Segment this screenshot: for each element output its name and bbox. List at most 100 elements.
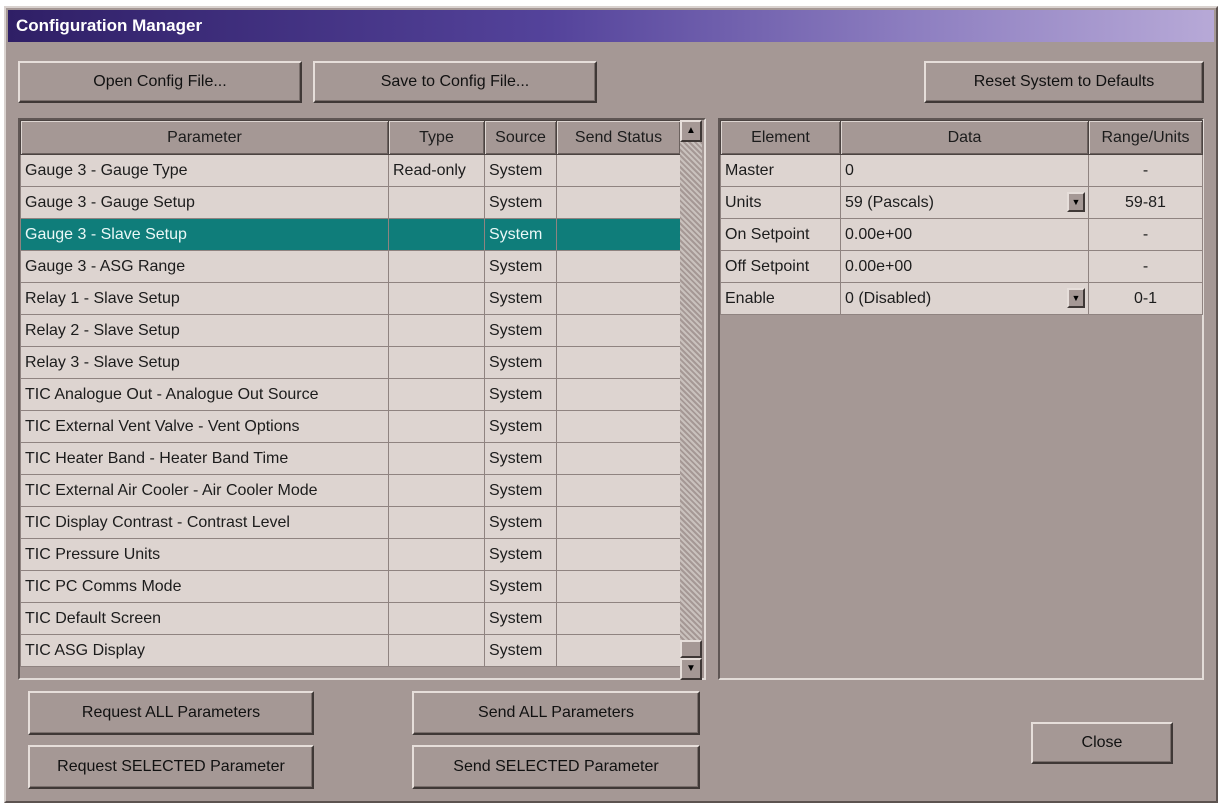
range-units-cell: - [1088, 250, 1203, 283]
source-cell: System [484, 378, 557, 411]
source-cell: System [484, 634, 557, 667]
send-all-parameters-button[interactable]: Send ALL Parameters [412, 691, 700, 735]
source-cell: System [484, 602, 557, 635]
request-all-parameters-button[interactable]: Request ALL Parameters [28, 691, 314, 735]
column-header-range-units[interactable]: Range/Units [1088, 120, 1203, 155]
scroll-up-icon[interactable]: ▲ [680, 120, 702, 142]
data-value: 0 [845, 161, 854, 179]
source-cell: System [484, 442, 557, 475]
table-row[interactable]: Relay 1 - Slave Setup System [20, 282, 681, 315]
source-cell: System [484, 570, 557, 603]
dropdown-arrow-icon[interactable]: ▼ [1067, 192, 1085, 212]
column-header-element[interactable]: Element [720, 120, 841, 155]
table-row[interactable]: TIC Analogue Out - Analogue Out Source Sy… [20, 378, 681, 411]
table-row: Enable 0 (Disabled) ▼ 0-1 [720, 282, 1203, 315]
source-cell: System [484, 282, 557, 315]
table-row: On Setpoint 0.00e+00 - [720, 218, 1203, 251]
parameter-cell: TIC Display Contrast - Contrast Level [20, 506, 389, 539]
data-select[interactable]: 59 (Pascals) ▼ [840, 186, 1089, 219]
request-selected-parameter-button[interactable]: Request SELECTED Parameter [28, 745, 314, 789]
parameter-cell: TIC Default Screen [20, 602, 389, 635]
range-units-cell: - [1088, 154, 1203, 187]
table-row[interactable]: TIC PC Comms Mode System [20, 570, 681, 603]
element-cell: Off Setpoint [720, 250, 841, 283]
parameter-cell: TIC PC Comms Mode [20, 570, 389, 603]
table-row[interactable]: TIC Display Contrast - Contrast Level Sys… [20, 506, 681, 539]
parameter-cell: TIC ASG Display [20, 634, 389, 667]
table-row[interactable]: Relay 3 - Slave Setup System [20, 346, 681, 379]
data-field[interactable]: 0 [840, 154, 1089, 187]
scroll-thumb[interactable] [680, 640, 702, 658]
parameter-cell: Gauge 3 - ASG Range [20, 250, 389, 283]
send-status-cell [556, 538, 681, 571]
data-field[interactable]: 0.00e+00 [840, 250, 1089, 283]
parameter-scrollbar[interactable]: ▲ ▼ [680, 120, 702, 680]
type-cell [388, 314, 485, 347]
table-row[interactable]: TIC Heater Band - Heater Band Time System [20, 442, 681, 475]
table-row[interactable]: TIC Pressure Units System [20, 538, 681, 571]
column-header-source[interactable]: Source [484, 120, 557, 155]
table-row[interactable]: Gauge 3 - Gauge Type Read-only System [20, 154, 681, 187]
send-status-cell [556, 634, 681, 667]
table-row: Units 59 (Pascals) ▼ 59-81 [720, 186, 1203, 219]
send-status-cell [556, 378, 681, 411]
element-cell: Enable [720, 282, 841, 315]
save-to-config-file-button[interactable]: Save to Config File... [313, 61, 597, 103]
parameter-cell: TIC Heater Band - Heater Band Time [20, 442, 389, 475]
parameter-cell: Relay 1 - Slave Setup [20, 282, 389, 315]
send-status-cell [556, 602, 681, 635]
dropdown-arrow-icon[interactable]: ▼ [1067, 288, 1085, 308]
data-value: 0.00e+00 [845, 257, 913, 275]
parameter-cell: Relay 2 - Slave Setup [20, 314, 389, 347]
element-cell: Units [720, 186, 841, 219]
parameter-table: Parameter Type Source Send Status Gauge … [20, 120, 681, 667]
column-header-send-status[interactable]: Send Status [556, 120, 681, 155]
parameter-grid: Parameter Type Source Send Status Gauge … [18, 118, 706, 680]
reset-system-defaults-button[interactable]: Reset System to Defaults [924, 61, 1204, 103]
parameter-cell: TIC External Air Cooler - Air Cooler Mod… [20, 474, 389, 507]
type-cell [388, 282, 485, 315]
column-header-data[interactable]: Data [840, 120, 1089, 155]
data-value: 0 (Disabled) [845, 289, 932, 307]
close-button[interactable]: Close [1031, 722, 1173, 764]
range-units-cell: - [1088, 218, 1203, 251]
send-status-cell [556, 314, 681, 347]
parameter-cell: TIC Pressure Units [20, 538, 389, 571]
table-row[interactable]: Gauge 3 - Slave Setup System [20, 218, 681, 251]
data-field[interactable]: 0.00e+00 [840, 218, 1089, 251]
table-row[interactable]: TIC ASG Display System [20, 634, 681, 667]
type-cell [388, 410, 485, 443]
type-cell [388, 442, 485, 475]
table-row[interactable]: TIC External Air Cooler - Air Cooler Mod… [20, 474, 681, 507]
send-selected-parameter-button[interactable]: Send SELECTED Parameter [412, 745, 700, 789]
scroll-down-icon[interactable]: ▼ [680, 658, 702, 680]
source-cell: System [484, 314, 557, 347]
type-cell [388, 378, 485, 411]
column-header-parameter[interactable]: Parameter [20, 120, 389, 155]
type-cell [388, 506, 485, 539]
table-row[interactable]: TIC External Vent Valve - Vent Options Sy… [20, 410, 681, 443]
data-select[interactable]: 0 (Disabled) ▼ [840, 282, 1089, 315]
source-cell: System [484, 506, 557, 539]
open-config-file-button[interactable]: Open Config File... [18, 61, 302, 103]
element-grid: Element Data Range/Units Master 0- Units 59… [718, 118, 1204, 680]
table-row: Master 0 - [720, 154, 1203, 187]
table-row[interactable]: Gauge 3 - ASG Range System [20, 250, 681, 283]
parameter-cell: Gauge 3 - Gauge Setup [20, 186, 389, 219]
table-row: Off Setpoint 0.00e+00 - [720, 250, 1203, 283]
element-table: Element Data Range/Units Master 0- Units 59… [720, 120, 1203, 315]
table-row[interactable]: Relay 2 - Slave Setup System [20, 314, 681, 347]
range-units-cell: 59-81 [1088, 186, 1203, 219]
column-header-type[interactable]: Type [388, 120, 485, 155]
table-row[interactable]: TIC Default Screen System [20, 602, 681, 635]
send-status-cell [556, 154, 681, 187]
type-cell [388, 538, 485, 571]
type-cell [388, 634, 485, 667]
window-title: Configuration Manager [8, 10, 1214, 42]
table-row[interactable]: Gauge 3 - Gauge Setup System [20, 186, 681, 219]
type-cell [388, 218, 485, 251]
parameter-cell: Gauge 3 - Gauge Type [20, 154, 389, 187]
source-cell: System [484, 154, 557, 187]
source-cell: System [484, 186, 557, 219]
send-status-cell [556, 442, 681, 475]
